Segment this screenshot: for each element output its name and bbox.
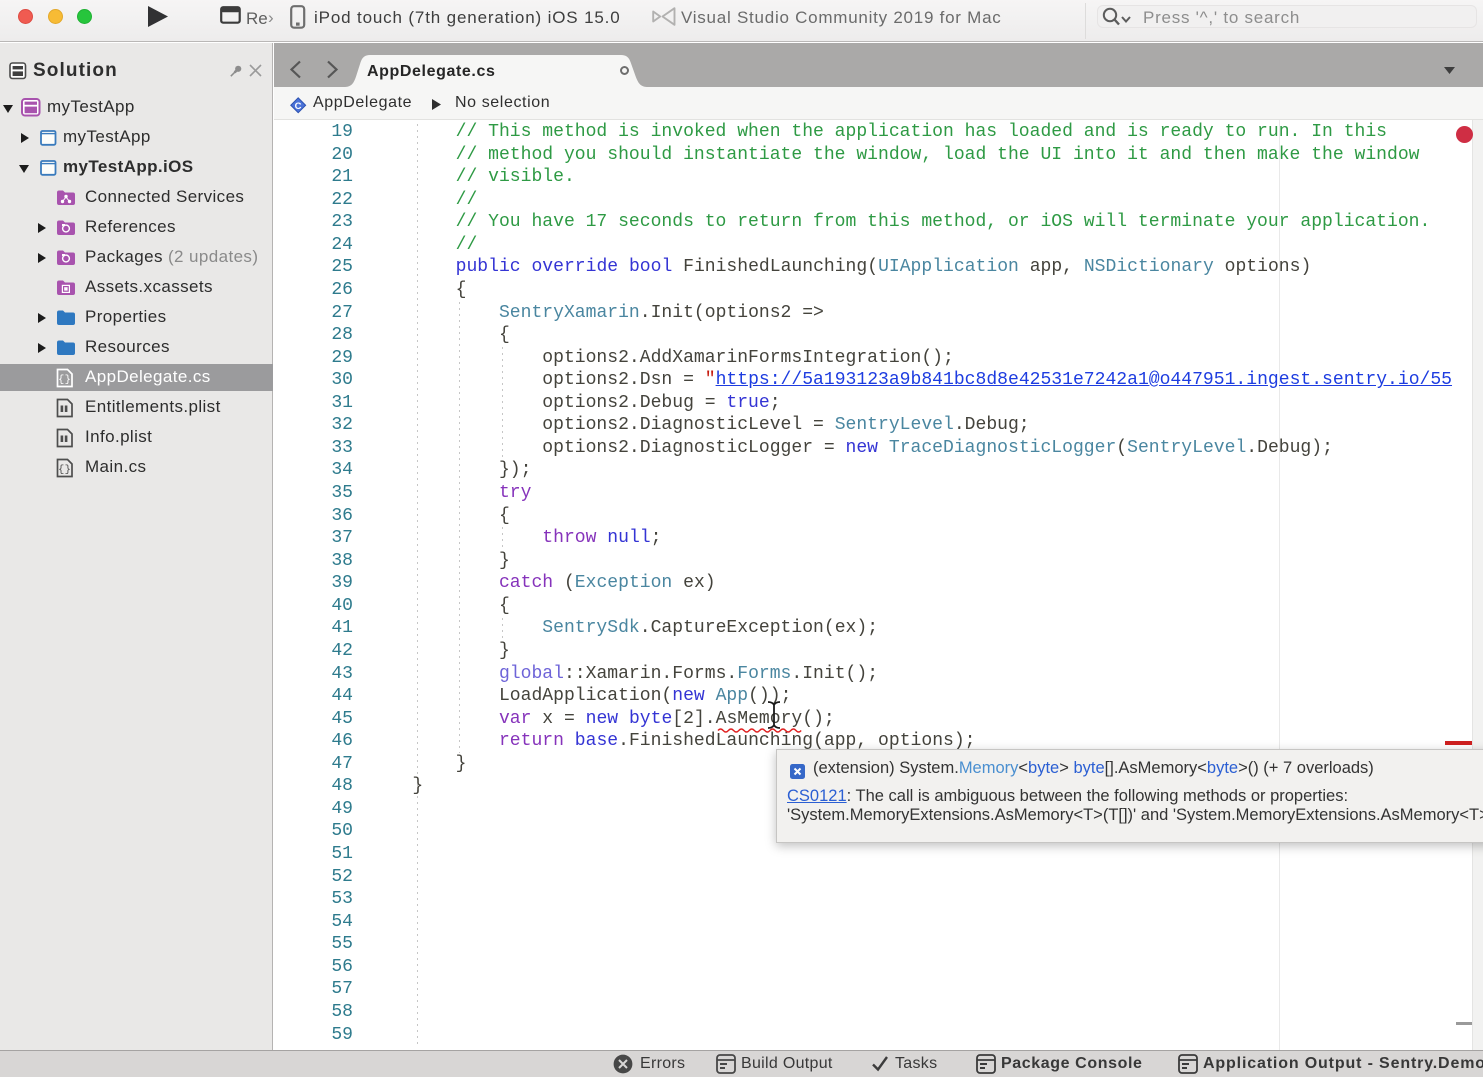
svg-text:C: C (295, 101, 302, 112)
svg-text:{}: {} (58, 464, 71, 476)
svg-text:{}: {} (58, 374, 71, 386)
